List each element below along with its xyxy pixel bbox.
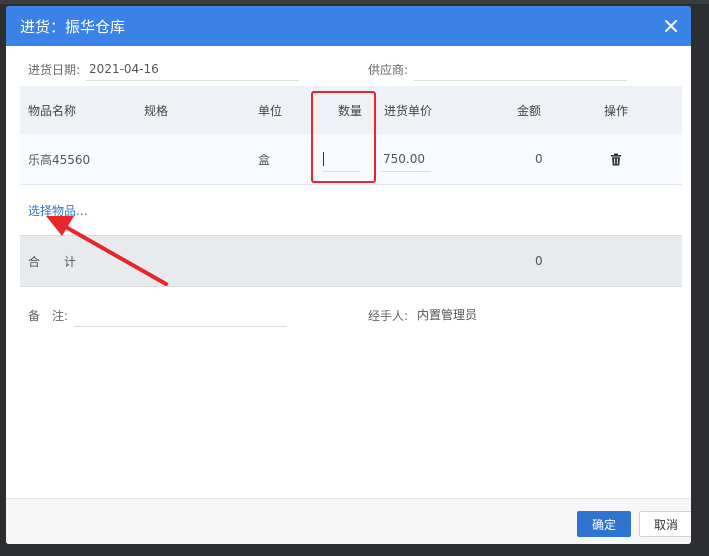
arrow-annotation xyxy=(46,216,168,286)
background-window-strip xyxy=(0,0,709,4)
purchase-dialog: 进货：振华仓库 进货日期: 2021-04-16 供应商: 物品名称 规格 单位… xyxy=(6,6,691,544)
